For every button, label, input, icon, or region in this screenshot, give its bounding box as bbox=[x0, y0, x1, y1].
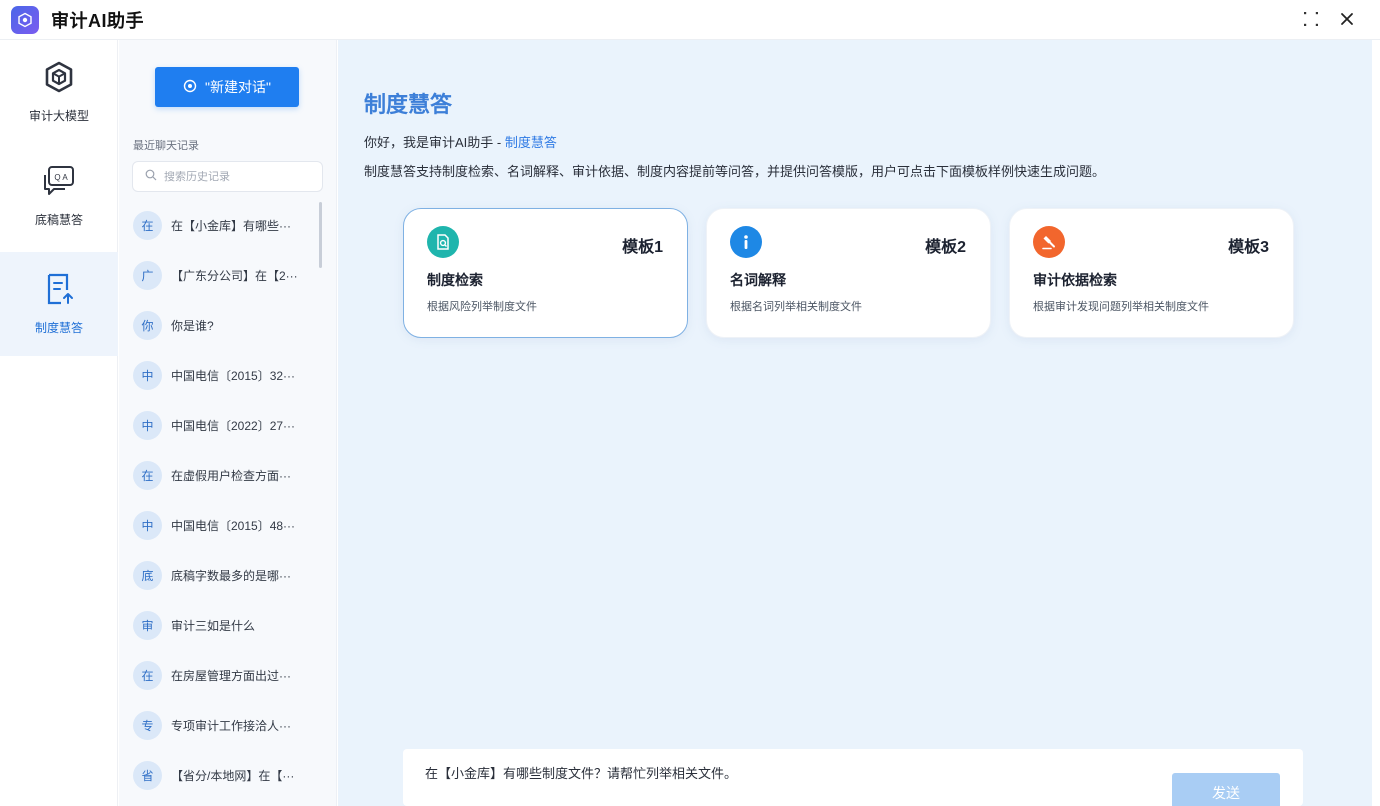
history-item-text: 在虚假用户检查方面··· bbox=[171, 468, 291, 483]
history-avatar: 中 bbox=[133, 360, 162, 390]
history-list: 在 在【小金库】有哪些··· 广 【广东分公司】在【2··· 你 你是谁? 中 … bbox=[119, 200, 337, 800]
main-panel: 制度慧答 你好，我是审计AI助手 - 制度慧答 制度慧答支持制度检索、名词解释、… bbox=[338, 40, 1372, 806]
send-button[interactable]: 发送 bbox=[1172, 773, 1280, 806]
card-description: 根据名词列举相关制度文件 bbox=[730, 301, 862, 313]
nav-item-workpaper-qa[interactable]: Q A 底稿慧答 bbox=[0, 144, 118, 248]
history-avatar: 中 bbox=[133, 410, 162, 440]
cube-icon bbox=[42, 60, 76, 99]
history-item[interactable]: 中 中国电信〔2015〕48··· bbox=[119, 500, 337, 550]
history-avatar: 底 bbox=[133, 560, 162, 590]
history-item-text: 中国电信〔2015〕48··· bbox=[171, 518, 296, 533]
new-chat-button[interactable]: "新建对话" bbox=[155, 67, 299, 107]
history-item-text: 【广东分公司】在【2··· bbox=[171, 268, 298, 283]
history-item-text: 中国电信〔2015〕32··· bbox=[171, 368, 296, 383]
message-input[interactable] bbox=[425, 765, 1145, 780]
nav-label: 制度慧答 bbox=[34, 321, 83, 335]
template-card-1[interactable]: 模板1 制度检索 根据风险列举制度文件 bbox=[403, 208, 688, 338]
nav-label: 审计大模型 bbox=[28, 109, 89, 123]
history-search bbox=[132, 161, 323, 192]
close-icon[interactable] bbox=[1336, 8, 1358, 30]
search-icon bbox=[145, 168, 157, 186]
card-template-label: 模板3 bbox=[1228, 239, 1269, 256]
history-avatar: 广 bbox=[133, 260, 162, 290]
history-item[interactable]: 省 【省分/本地网】在【··· bbox=[119, 750, 337, 800]
history-item[interactable]: 在 在房屋管理方面出过··· bbox=[119, 650, 337, 700]
gavel-icon bbox=[1033, 226, 1065, 258]
history-item[interactable]: 底 底稿字数最多的是哪··· bbox=[119, 550, 337, 600]
history-item[interactable]: 在 在虚假用户检查方面··· bbox=[119, 450, 337, 500]
nav-item-policy-qa[interactable]: 制度慧答 bbox=[0, 252, 118, 356]
history-item-text: 你是谁? bbox=[171, 318, 214, 333]
history-scrollbar[interactable] bbox=[319, 202, 322, 268]
app-logo-icon bbox=[11, 5, 39, 34]
history-search-input[interactable] bbox=[164, 170, 314, 183]
fullscreen-icon[interactable] bbox=[1300, 8, 1322, 30]
card-title: 制度检索 bbox=[427, 272, 483, 288]
history-item-text: 在房屋管理方面出过··· bbox=[171, 668, 291, 683]
history-item[interactable]: 你 你是谁? bbox=[119, 300, 337, 350]
history-item[interactable]: 专 专项审计工作接洽人··· bbox=[119, 700, 337, 750]
history-item[interactable]: 中 中国电信〔2015〕32··· bbox=[119, 350, 337, 400]
nav-label: 底稿慧答 bbox=[34, 213, 83, 227]
card-description: 根据审计发现问题列举相关制度文件 bbox=[1033, 301, 1209, 313]
history-avatar: 在 bbox=[133, 660, 162, 690]
history-item[interactable]: 审 审计三如是什么 bbox=[119, 600, 337, 650]
chat-qa-icon: Q A bbox=[41, 164, 77, 203]
mode-description: 制度慧答支持制度检索、名词解释、审计依据、制度内容提前等问答，并提供问答模版，用… bbox=[364, 164, 1106, 179]
card-template-label: 模板1 bbox=[622, 239, 663, 256]
card-title: 名词解释 bbox=[730, 272, 786, 288]
window-edge bbox=[1372, 40, 1380, 806]
history-avatar: 你 bbox=[133, 310, 162, 340]
template-card-3[interactable]: 模板3 审计依据检索 根据审计发现问题列举相关制度文件 bbox=[1009, 208, 1294, 338]
page-title: 制度慧答 bbox=[364, 92, 453, 117]
info-icon bbox=[730, 226, 762, 258]
history-avatar: 审 bbox=[133, 610, 162, 640]
left-nav: 审计大模型 Q A 底稿慧答 制度慧答 bbox=[0, 40, 118, 806]
history-item-text: 在【小金库】有哪些··· bbox=[171, 218, 291, 233]
document-search-icon bbox=[427, 226, 459, 258]
history-avatar: 在 bbox=[133, 210, 162, 240]
history-item-text: 中国电信〔2022〕27··· bbox=[171, 418, 296, 433]
history-item[interactable]: 在 在【小金库】有哪些··· bbox=[119, 200, 337, 250]
history-avatar: 中 bbox=[133, 510, 162, 540]
history-item-text: 底稿字数最多的是哪··· bbox=[171, 568, 291, 583]
document-upload-icon bbox=[42, 272, 76, 311]
history-item[interactable]: 广 【广东分公司】在【2··· bbox=[119, 250, 337, 300]
history-avatar: 省 bbox=[133, 760, 162, 790]
history-item[interactable]: 中 中国电信〔2022〕27··· bbox=[119, 400, 337, 450]
history-item-text: 专项审计工作接洽人··· bbox=[171, 718, 291, 733]
history-avatar: 专 bbox=[133, 710, 162, 740]
history-item-text: 审计三如是什么 bbox=[171, 618, 256, 633]
new-chat-icon bbox=[183, 79, 197, 96]
card-template-label: 模板2 bbox=[925, 239, 966, 256]
app-title: 审计AI助手 bbox=[51, 10, 144, 31]
template-card-2[interactable]: 模板2 名词解释 根据名词列举相关制度文件 bbox=[706, 208, 991, 338]
message-input-area: 发送 bbox=[403, 749, 1303, 806]
greeting-text: 你好，我是审计AI助手 - bbox=[364, 135, 505, 150]
history-item-text: 【省分/本地网】在【··· bbox=[171, 768, 295, 783]
greeting-mode: 制度慧答 bbox=[504, 135, 557, 150]
recent-chats-label: 最近聊天记录 bbox=[133, 140, 199, 152]
history-avatar: 在 bbox=[133, 460, 162, 490]
card-description: 根据风险列举制度文件 bbox=[427, 301, 537, 313]
history-panel: "新建对话" 最近聊天记录 在 在【小金库】有哪些··· 广 【广东分公司】在【… bbox=[119, 40, 337, 806]
card-title: 审计依据检索 bbox=[1033, 272, 1117, 288]
svg-text:Q A: Q A bbox=[54, 173, 68, 182]
nav-item-audit-model[interactable]: 审计大模型 bbox=[0, 40, 118, 144]
greeting: 你好，我是审计AI助手 - 制度慧答 bbox=[364, 132, 557, 151]
title-bar: 审计AI助手 bbox=[0, 0, 1380, 40]
new-chat-label: "新建对话" bbox=[205, 79, 271, 95]
